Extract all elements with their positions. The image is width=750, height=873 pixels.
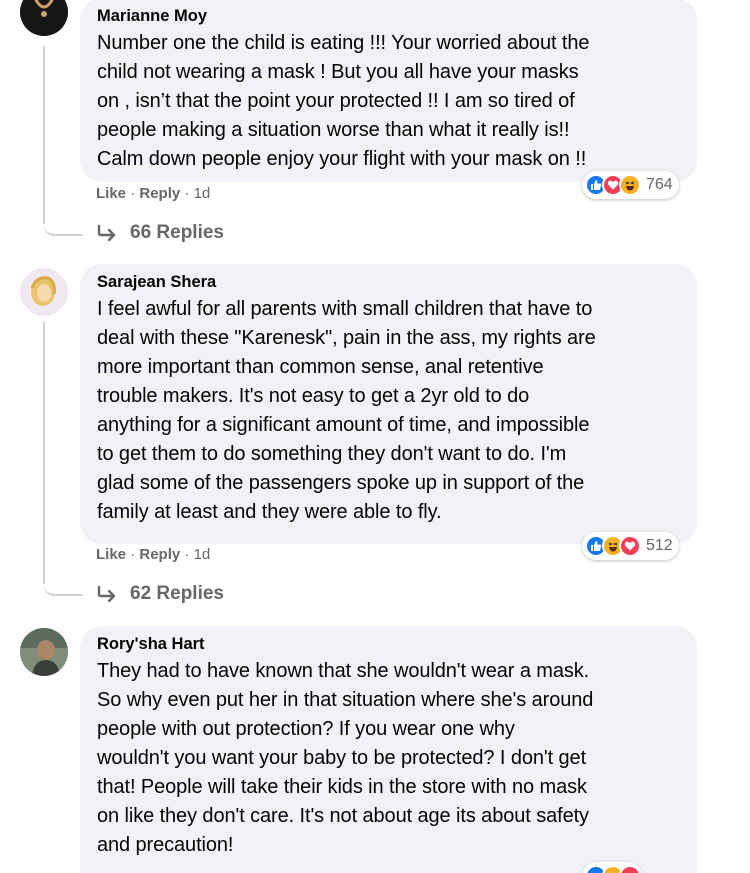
reply-link[interactable]: Reply bbox=[139, 546, 180, 563]
like-link[interactable]: Like bbox=[96, 546, 126, 563]
reaction-count: 764 bbox=[646, 176, 673, 193]
comment-timestamp[interactable]: 1d bbox=[194, 185, 211, 202]
avatar[interactable] bbox=[20, 268, 68, 316]
reaction-count: 512 bbox=[646, 537, 673, 554]
haha-reaction-icon bbox=[619, 174, 641, 196]
thread-connector bbox=[43, 560, 83, 596]
comment-actions: Like · Reply · 1d bbox=[96, 546, 211, 563]
thread-connector bbox=[43, 200, 83, 236]
comment-bubble: Rory'sha Hart They had to have known tha… bbox=[80, 626, 697, 873]
comment-author[interactable]: Rory'sha Hart bbox=[97, 634, 680, 654]
avatar[interactable] bbox=[20, 0, 68, 36]
reply-arrow-icon bbox=[97, 585, 116, 603]
like-link[interactable]: Like bbox=[96, 185, 126, 202]
reply-link[interactable]: Reply bbox=[139, 185, 180, 202]
love-reaction-icon bbox=[619, 535, 641, 557]
thread-line bbox=[43, 322, 45, 584]
comment-author[interactable]: Sarajean Shera bbox=[97, 272, 680, 292]
comment-text: I feel awful for all parents with small … bbox=[97, 298, 596, 523]
view-replies-button[interactable]: 62 Replies bbox=[96, 583, 224, 605]
comment-text: Number one the child is eating !!! Your … bbox=[97, 32, 590, 170]
comment-bubble: Marianne Moy Number one the child is eat… bbox=[80, 0, 697, 182]
love-reaction-icon bbox=[619, 865, 641, 873]
thread-line bbox=[43, 46, 45, 224]
comment-actions: Like · Reply · 1d bbox=[96, 185, 211, 202]
comment-bubble: Sarajean Shera I feel awful for all pare… bbox=[80, 264, 697, 544]
comment-timestamp[interactable]: 1d bbox=[194, 546, 211, 563]
replies-label: 66 Replies bbox=[130, 222, 224, 243]
view-replies-button[interactable]: 66 Replies bbox=[96, 222, 224, 244]
reaction-summary[interactable] bbox=[582, 862, 642, 873]
reply-arrow-icon bbox=[97, 224, 116, 242]
comment-author[interactable]: Marianne Moy bbox=[97, 6, 680, 26]
reaction-summary[interactable]: 764 bbox=[582, 171, 679, 199]
reaction-summary[interactable]: 512 bbox=[582, 532, 679, 560]
comment-text: They had to have known that she wouldn't… bbox=[97, 660, 594, 856]
replies-label: 62 Replies bbox=[130, 583, 224, 604]
avatar[interactable] bbox=[20, 628, 68, 676]
